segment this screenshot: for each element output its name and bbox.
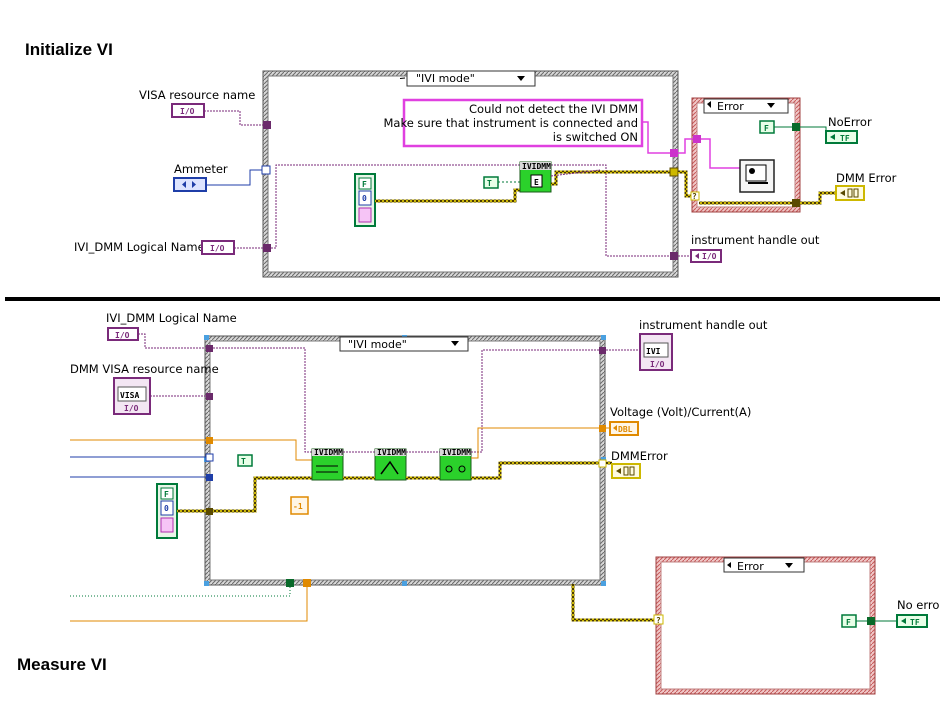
top-true-text: T (487, 179, 492, 188)
top-f-text: F (764, 124, 769, 133)
message-line-1: Could not detect the IVI DMM (469, 102, 638, 116)
bottom-bool-f-text: F (164, 490, 169, 499)
top-visa-terminal[interactable]: I/O (171, 103, 205, 118)
bottom-ividmm-initiate-node[interactable]: IVIDMM (374, 448, 407, 481)
top-error-selector-label: Error (717, 100, 744, 113)
message-dialog-icon[interactable] (739, 159, 775, 193)
bottom-case-selector[interactable]: "IVI mode" (339, 336, 469, 352)
top-question-text: ? (692, 192, 697, 201)
top-ivi-logical-terminal[interactable]: I/O (201, 240, 235, 255)
bottom-question-text: ? (656, 616, 661, 625)
top-ivi-logical-label: IVI_DMM Logical Name (74, 240, 205, 254)
bottom-visa-terminal[interactable]: VISA I/O (113, 377, 151, 415)
bottom-true-constant[interactable]: T (237, 454, 253, 467)
bottom-voltage-terminal[interactable]: DBL (609, 421, 639, 436)
initialize-vi-heading: Initialize VI (25, 40, 113, 59)
bottom-f-text: F (846, 618, 851, 627)
top-bool-zero-text: 0 (362, 194, 367, 203)
top-bool-f-text: F (362, 180, 367, 189)
top-visa-label: VISA resource name (139, 88, 255, 102)
top-noerror-terminal[interactable]: TF (825, 130, 858, 144)
bottom-noerror-terminal[interactable]: TF (896, 614, 928, 628)
bottom-noerror-term-text: TF (910, 618, 920, 627)
bottom-dmmerror-terminal[interactable] (611, 463, 641, 479)
top-noerror-term-text: TF (840, 134, 850, 143)
bottom-ivi-logical-terminal[interactable]: I/O (107, 327, 139, 341)
bottom-node2-label: IVIDMM (377, 448, 406, 457)
bottom-true-text: T (241, 457, 246, 466)
top-handle-out-terminal[interactable]: I/O (690, 249, 722, 263)
bottom-ivi-logical-label: IVI_DMM Logical Name (106, 311, 237, 325)
section-divider (5, 297, 940, 301)
bottom-bool-constant[interactable]: F 0 (156, 483, 178, 539)
top-error-case-structure[interactable] (691, 97, 801, 213)
top-message-constant: Could not detect the IVI DMM Make sure t… (383, 98, 644, 148)
bottom-voltage-label: Voltage (Volt)/Current(A) (610, 405, 751, 419)
bottom-handle-out-terminal[interactable]: IVI I/O (639, 333, 673, 371)
top-f-constant[interactable]: F (759, 120, 775, 134)
bottom-case-selector-label: "IVI mode" (348, 338, 407, 351)
top-ammeter-label: Ammeter (174, 162, 228, 176)
bottom-visa-sub-text: I/O (124, 404, 139, 413)
top-ammeter-terminal[interactable] (173, 177, 207, 192)
top-dmm-error-label: DMM Error (836, 171, 897, 185)
top-ivi-logical-term-text: I/O (210, 244, 225, 253)
bottom-ivi-logical-term-text: I/O (115, 331, 130, 340)
bottom-neg-one-constant[interactable]: -1 (290, 496, 309, 515)
message-line-3: is switched ON (553, 130, 638, 144)
bottom-handle-out-term-text: IVI (646, 347, 661, 356)
top-handle-out-label: instrument handle out (691, 233, 820, 247)
top-bool-constant[interactable]: F 0 (354, 173, 376, 227)
bottom-voltage-term-text: DBL (618, 425, 633, 434)
top-visa-term-text: I/O (180, 107, 195, 116)
bottom-noerror-label: No error (897, 598, 940, 612)
svg-text:E: E (534, 178, 539, 187)
top-case-selector[interactable]: "IVI mode" (399, 70, 536, 87)
measure-vi-heading: Measure VI (17, 655, 107, 674)
bottom-visa-term-text: VISA (120, 391, 139, 400)
bottom-error-selector-label: Error (737, 560, 764, 573)
bottom-ividmm-fetch-node[interactable]: IVIDMM (439, 448, 472, 481)
bottom-f-constant[interactable]: F (841, 614, 857, 628)
top-noerror-label: NoError (828, 115, 872, 129)
top-error-selector[interactable]: Error (703, 98, 789, 114)
bottom-handle-out-sub-text: I/O (650, 360, 665, 369)
bottom-node1-label: IVIDMM (314, 448, 343, 457)
message-line-2: Make sure that instrument is connected a… (383, 116, 638, 130)
bottom-visa-label: DMM VISA resource name (70, 362, 219, 376)
bottom-bool-zero-text: 0 (164, 504, 169, 513)
bottom-error-selector[interactable]: Error (723, 557, 805, 573)
bottom-ividmm-configure-node[interactable]: IVIDMM (311, 448, 344, 481)
bottom-dmmerror-label: DMMError (611, 449, 668, 463)
top-true-constant[interactable]: T (483, 176, 499, 189)
top-node-label: IVIDMM (522, 162, 551, 171)
bottom-neg-one-text: -1 (293, 502, 303, 511)
top-handle-out-term-text: I/O (702, 252, 717, 261)
block-diagram-canvas: Initialize VI "IVI mode" VISA resource n… (5, 40, 940, 695)
top-dmm-error-terminal[interactable] (835, 185, 865, 201)
top-ividmm-initialize-node[interactable]: IVIDMM E (519, 161, 552, 193)
top-case-selector-label: "IVI mode" (416, 72, 475, 85)
bottom-node3-label: IVIDMM (442, 448, 471, 457)
bottom-handle-out-label: instrument handle out (639, 318, 768, 332)
